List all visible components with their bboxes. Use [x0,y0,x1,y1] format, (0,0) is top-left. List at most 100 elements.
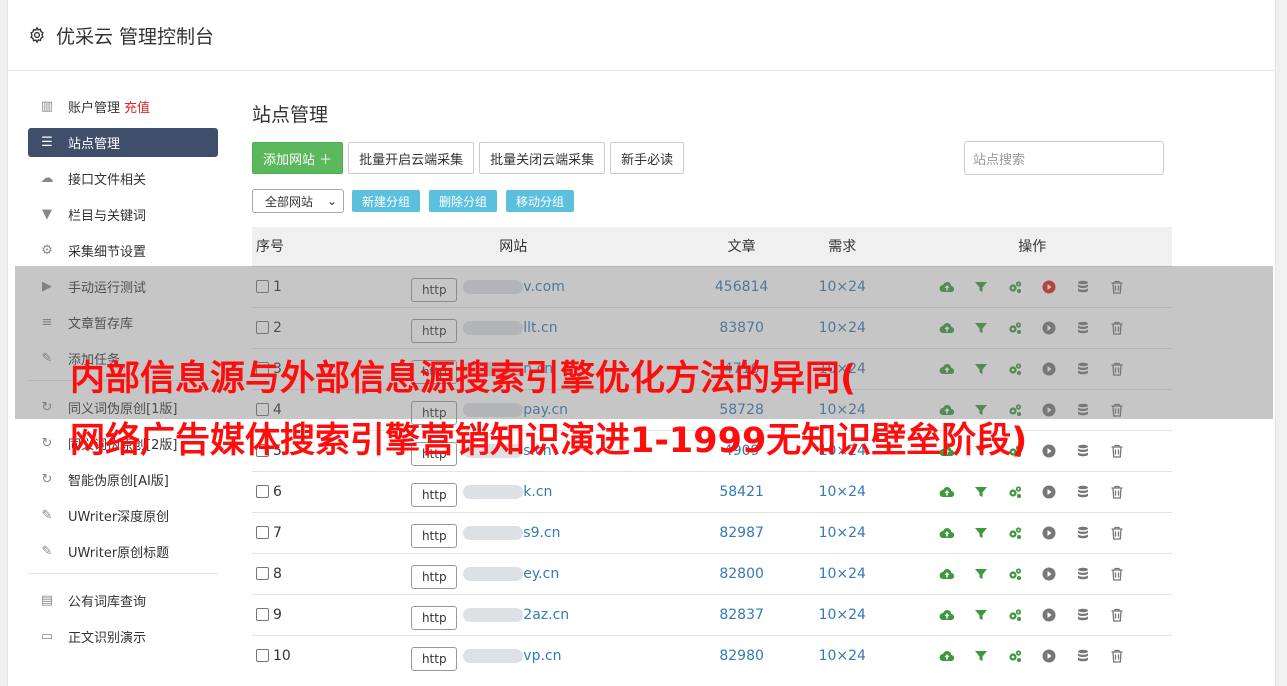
database-icon[interactable] [1075,607,1091,623]
gears-icon[interactable] [1007,566,1023,582]
gears-icon[interactable] [1007,484,1023,500]
play-icon[interactable] [1041,525,1057,541]
trash-icon[interactable] [1109,484,1125,500]
row-site-cell: http k.cn [335,470,692,512]
database-icon[interactable] [1075,443,1091,459]
batch-close-button[interactable]: 批量关闭云端采集 [479,142,606,174]
row-checkbox[interactable] [256,567,269,580]
sidebar-item-settings[interactable]: ⚙ 采集细节设置 [28,236,218,265]
sidebar-item-recognition[interactable]: ▭ 正文识别演示 [28,622,218,651]
play-icon[interactable] [1041,443,1057,459]
overlay-title-line1: 内部信息源与外部信息源搜索引擎优化方法的异同( [70,359,856,399]
group-select[interactable]: 全部网站 ⌄ [252,189,344,213]
site-link[interactable]: k.cn [463,484,552,500]
row-no-cell: 9 [252,593,336,635]
filter-icon[interactable] [973,525,989,541]
sidebar-item-label: 正文识别演示 [68,631,147,646]
trash-icon[interactable] [1109,648,1125,664]
sidebar-item-interface[interactable]: ☁ 接口文件相关 [28,164,218,193]
filter-icon[interactable] [973,566,989,582]
sidebar-item-label: 站点管理 [68,137,121,152]
article-count[interactable]: 82980 [691,634,792,676]
protocol-badge[interactable]: http [411,564,458,589]
sidebar-item-keywords[interactable]: ▼ 栏目与关键词 [28,200,218,229]
protocol-badge[interactable]: http [411,646,458,671]
overlay-title-line2: 网络广告媒体搜索引擎营销知识演进1-1999无知识壁垒阶段) [70,421,1028,461]
site-domain: s9.cn [523,524,561,541]
demand-value[interactable]: 10×24 [791,593,893,635]
database-icon[interactable] [1075,648,1091,664]
row-actions [894,525,1171,541]
batch-open-button[interactable]: 批量开启云端采集 [348,142,475,174]
row-number: 8 [273,565,282,582]
demand-value[interactable]: 10×24 [791,470,893,512]
protocol-badge[interactable]: http [411,523,458,548]
sidebar-item-ai[interactable]: ↻ 智能伪原创[AI版] [28,465,218,494]
gears-icon[interactable] [1007,607,1023,623]
add-site-button[interactable]: 添加网站 ＋ [252,142,344,174]
new-group-button[interactable]: 新建分组 [352,190,421,212]
cloud-upload-icon[interactable] [939,525,955,541]
sidebar-item-account[interactable]: ▥ 账户管理 充值 [28,92,218,121]
group-select-value: 全部网站 [265,194,314,209]
row-checkbox[interactable] [256,526,269,539]
gears-icon[interactable] [1007,525,1023,541]
site-search-input[interactable]: 站点搜索 [964,141,1164,175]
row-checkbox[interactable] [256,649,269,662]
trash-icon[interactable] [1109,525,1125,541]
sidebar-item-uwriter[interactable]: ✎ UWriter深度原创 [28,501,218,530]
site-link[interactable]: ey.cn [463,566,559,582]
database-icon[interactable] [1075,525,1091,541]
sidebar-item-label: 账户管理 [68,101,121,116]
sidebar-item-sites[interactable]: ☰ 站点管理 [28,128,218,157]
demand-value[interactable]: 10×24 [791,634,893,676]
row-checkbox[interactable] [256,485,269,498]
recharge-link[interactable]: 充值 [124,97,150,116]
guide-button[interactable]: 新手必读 [610,142,685,174]
cloud-upload-icon[interactable] [939,484,955,500]
play-icon[interactable] [1041,607,1057,623]
demand-value[interactable]: 10×24 [791,552,893,594]
row-no-cell: 6 [252,470,336,512]
row-checkbox[interactable] [256,608,269,621]
group-bar: 全部网站 ⌄ 新建分组 删除分组 移动分组 [252,189,1172,213]
sidebar-item-lexicon[interactable]: ▤ 公有词库查询 [28,586,218,615]
site-link[interactable]: s9.cn [463,524,561,541]
filter-icon[interactable] [973,648,989,664]
trash-icon[interactable] [1109,443,1125,459]
table-row: 10 http vp.cn 82980 10×24 [252,634,1172,676]
article-count[interactable]: 82800 [691,552,792,594]
filter-icon[interactable] [973,484,989,500]
redacted-mask [463,607,524,622]
protocol-badge[interactable]: http [411,605,458,630]
article-count[interactable]: 82987 [691,511,792,553]
gear-icon [30,26,44,44]
article-count[interactable]: 82837 [691,593,792,635]
cloud-upload-icon[interactable] [939,566,955,582]
delete-group-button[interactable]: 删除分组 [429,190,498,212]
col-articles: 文章 [727,239,756,256]
filter-icon[interactable] [973,607,989,623]
sidebar-item-label: 采集细节设置 [68,245,147,260]
col-site: 网站 [499,239,528,256]
trash-icon[interactable] [1109,566,1125,582]
play-icon[interactable] [1041,484,1057,500]
demand-value[interactable]: 10×24 [791,511,893,553]
database-icon[interactable] [1075,484,1091,500]
play-icon[interactable] [1041,566,1057,582]
row-ops-cell [892,552,1172,594]
move-group-button[interactable]: 移动分组 [506,190,575,212]
sidebar-item-uwriter-title[interactable]: ✎ UWriter原创标题 [28,537,218,566]
site-link[interactable]: 2az.cn [463,607,569,623]
table-row: 7 http s9.cn 82987 10×24 [252,511,1172,553]
gears-icon[interactable] [1007,648,1023,664]
cloud-upload-icon[interactable] [939,607,955,623]
protocol-badge[interactable]: http [411,482,458,507]
site-link[interactable]: vp.cn [463,648,561,664]
cloud-upload-icon[interactable] [939,648,955,664]
article-count[interactable]: 58421 [691,470,792,512]
redacted-mask [463,648,524,663]
database-icon[interactable] [1075,566,1091,582]
play-icon[interactable] [1041,648,1057,664]
trash-icon[interactable] [1109,607,1125,623]
